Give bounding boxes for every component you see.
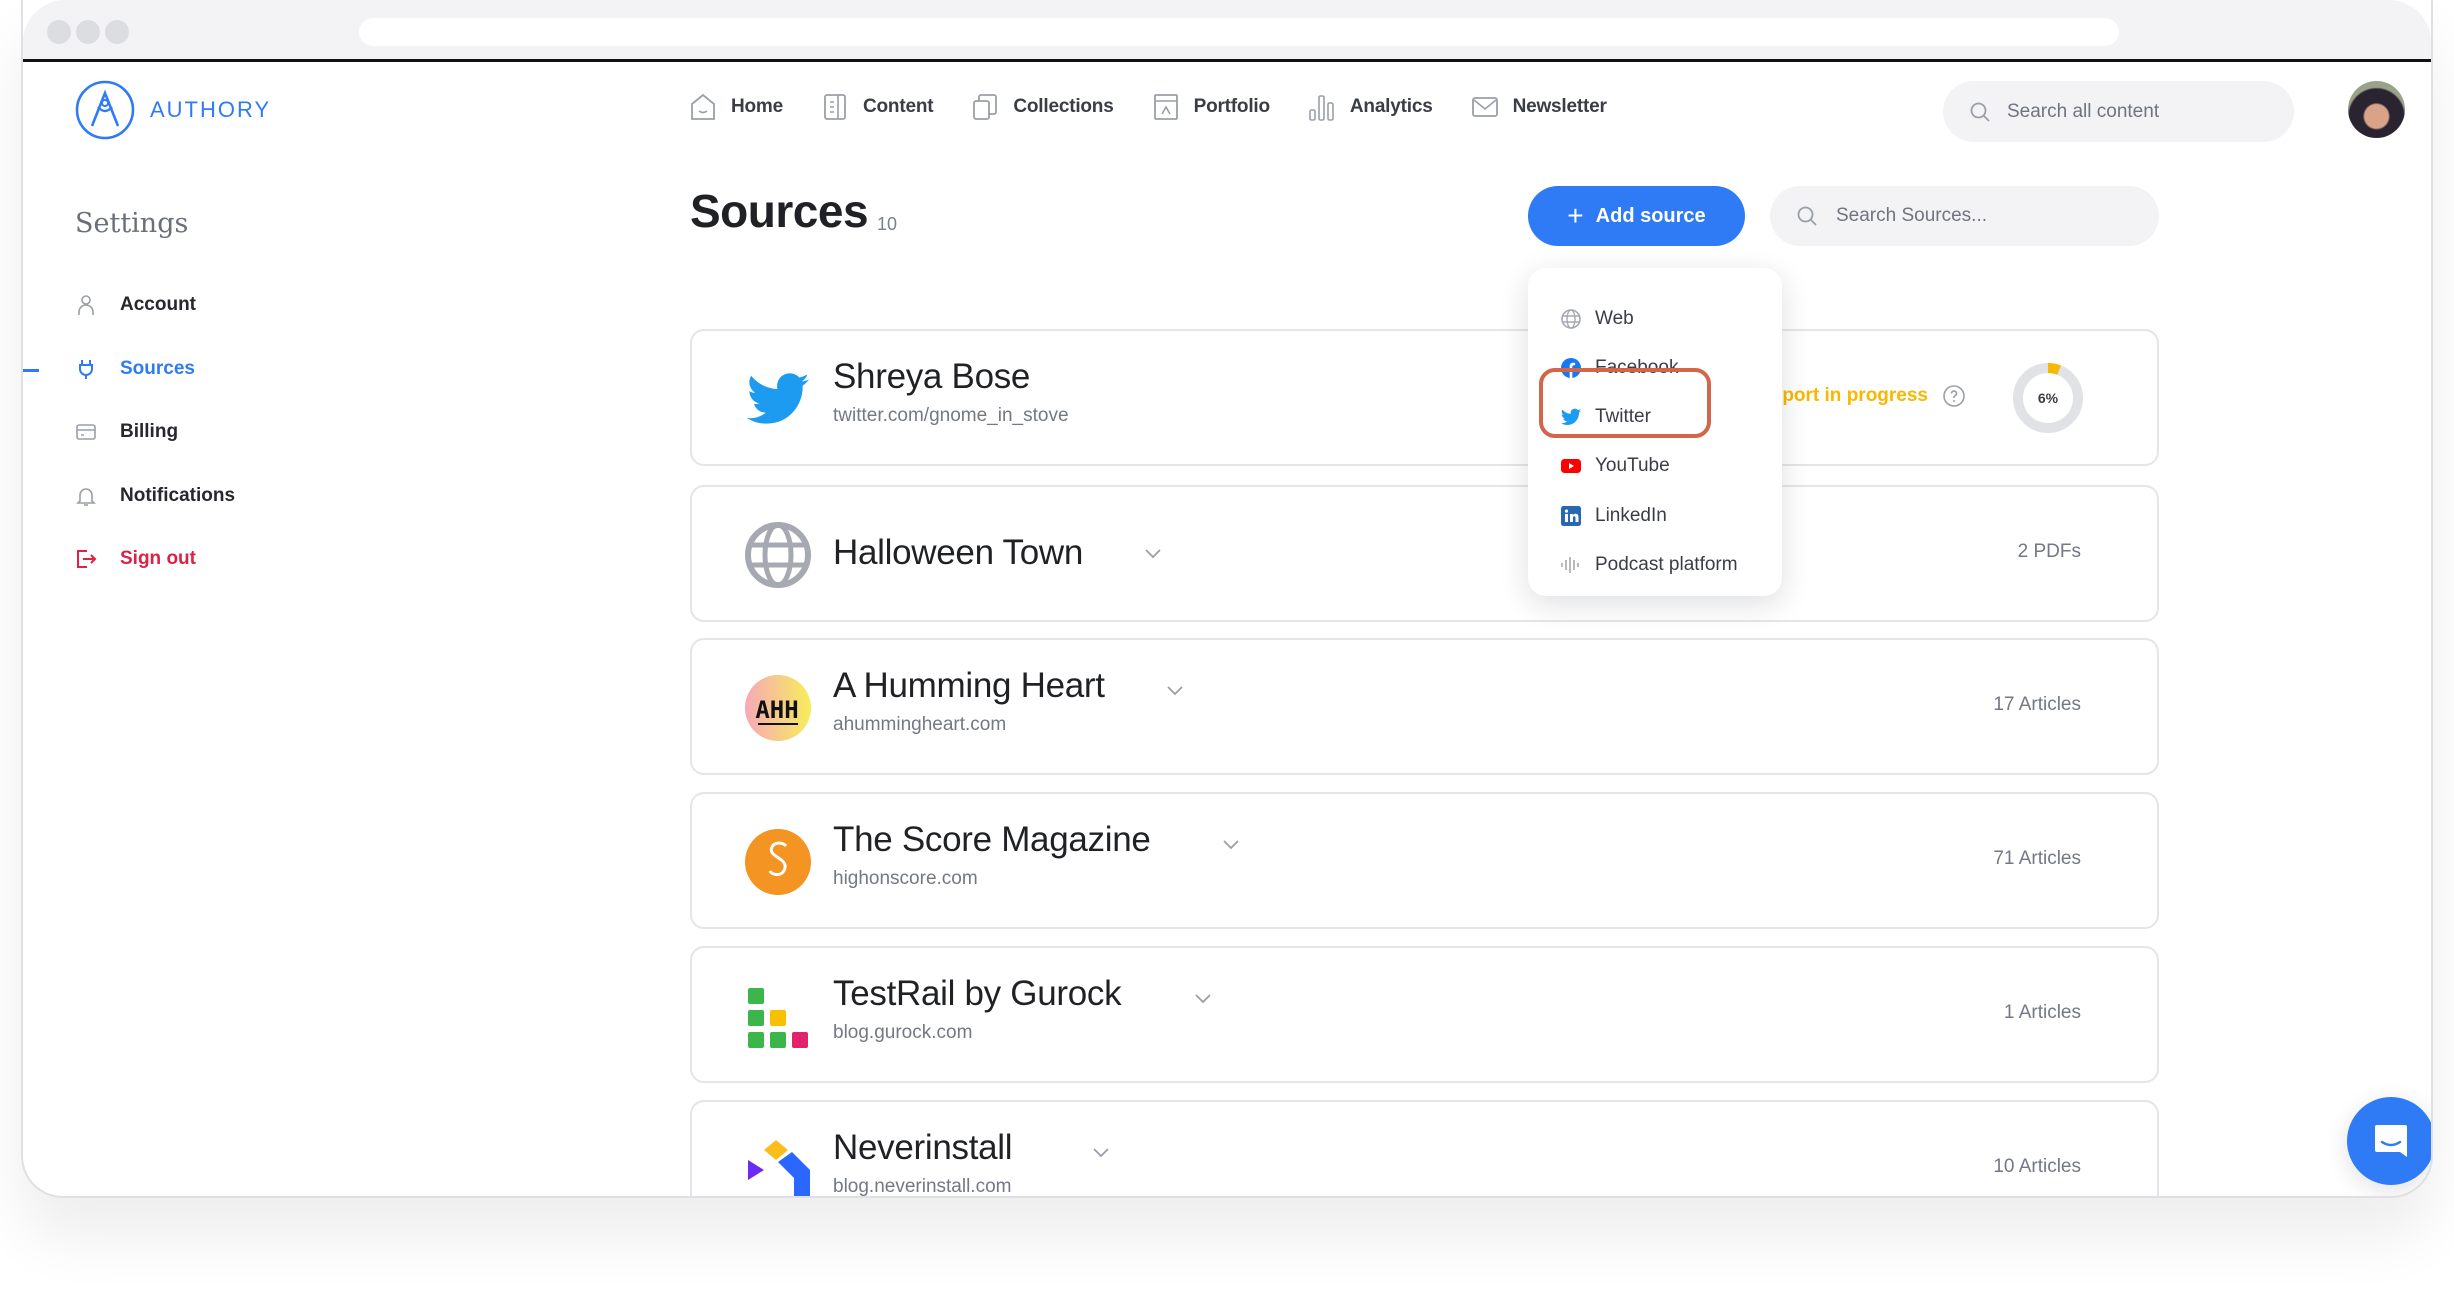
user-avatar[interactable] (2348, 81, 2405, 138)
menu-item-facebook[interactable]: Facebook (1560, 357, 1678, 379)
globe-icon (1561, 309, 1581, 329)
source-name: TestRail by Gurock (833, 974, 1122, 1013)
sidebar-item-billing[interactable]: Billing (75, 421, 178, 443)
top-nav: Home Content Collections Portfolio Analy… (689, 92, 1645, 122)
user-icon (78, 295, 94, 315)
chevron-down-icon[interactable] (1166, 684, 1184, 696)
browser-window: AUTHORY Home Content Collections Portfol… (21, 0, 2433, 1198)
podcast-icon (1561, 557, 1579, 573)
source-url: blog.gurock.com (833, 1022, 973, 1043)
bell-icon (76, 488, 96, 506)
linkedin-icon (1561, 506, 1581, 526)
source-card[interactable]: AHH A Humming Heart ahummingheart.com 17… (690, 638, 2159, 775)
home-icon (691, 93, 715, 120)
source-card[interactable]: Shreya Bose twitter.com/gnome_in_stove I… (690, 329, 2159, 466)
twitter-icon (1560, 408, 1582, 425)
help-icon[interactable] (1942, 384, 1966, 408)
source-name: Halloween Town (833, 533, 1084, 572)
twitter-icon (746, 373, 810, 424)
menu-item-youtube[interactable]: YouTube (1560, 455, 1670, 477)
nav-item-newsletter[interactable]: Newsletter (1471, 92, 1607, 122)
sources-search-input[interactable] (1836, 205, 2136, 227)
source-card[interactable]: TestRail by Gurock blog.gurock.com 1 Art… (690, 946, 2159, 1083)
globe-icon (745, 522, 811, 588)
source-name: Neverinstall (833, 1128, 1013, 1167)
window-maximize-button[interactable] (105, 20, 129, 44)
source-count: 17 Articles (1993, 694, 2081, 715)
chat-support-button[interactable] (2347, 1097, 2431, 1185)
card-icon (76, 424, 96, 440)
sidebar-item-sign-out[interactable]: Sign out (75, 548, 196, 570)
global-search[interactable] (1943, 81, 2294, 142)
menu-item-linkedin[interactable]: LinkedIn (1560, 505, 1667, 527)
source-name: Shreya Bose (833, 357, 1031, 396)
source-card[interactable]: Halloween Town 2 PDFs (690, 485, 2159, 622)
source-count: 2 PDFs (2017, 541, 2081, 562)
menu-item-web[interactable]: Web (1560, 308, 1634, 330)
source-card[interactable]: The Score Magazine highonscore.com 71 Ar… (690, 792, 2159, 929)
active-indicator (23, 369, 39, 372)
source-count: 1 Articles (2003, 1002, 2081, 1023)
source-name: The Score Magazine (833, 820, 1151, 859)
sidebar-item-notifications[interactable]: Notifications (75, 485, 235, 507)
source-count: 71 Articles (1993, 848, 2081, 869)
facebook-icon (1561, 358, 1581, 378)
youtube-icon (1561, 459, 1581, 473)
progress-label: 6% (2038, 390, 2059, 406)
newsletter-icon (1471, 97, 1498, 117)
app-name: AUTHORY (150, 97, 272, 122)
browser-titlebar (23, 0, 2431, 62)
svg-text:AHH: AHH (755, 696, 798, 724)
nav-item-analytics[interactable]: Analytics (1308, 92, 1433, 122)
authory-logo-icon (75, 80, 135, 140)
source-count: 10 Articles (1993, 1156, 2081, 1177)
window-minimize-button[interactable] (76, 20, 100, 44)
window-close-button[interactable] (47, 20, 71, 44)
nav-item-content[interactable]: Content (821, 92, 934, 122)
import-status: Import in progress (1760, 384, 1966, 408)
source-url: ahummingheart.com (833, 714, 1007, 735)
search-icon (1797, 206, 1817, 226)
chevron-down-icon[interactable] (1222, 838, 1240, 850)
content-icon (824, 94, 846, 120)
chevron-down-icon[interactable] (1144, 547, 1162, 559)
score-logo-icon (745, 829, 811, 895)
nav-item-portfolio[interactable]: Portfolio (1152, 92, 1270, 122)
authory-logo[interactable]: AUTHORY (74, 79, 271, 141)
neverinstall-logo-icon (748, 1140, 810, 1196)
analytics-icon (1309, 95, 1334, 121)
sources-count: 10 (877, 214, 898, 234)
nav-item-collections[interactable]: Collections (971, 92, 1114, 122)
sources-search[interactable] (1770, 186, 2159, 246)
chevron-down-icon[interactable] (1092, 1146, 1110, 1158)
nav-item-home[interactable]: Home (689, 92, 783, 122)
source-url: highonscore.com (833, 868, 978, 889)
source-url: blog.neverinstall.com (833, 1176, 1012, 1197)
ahh-logo-icon: AHH (745, 675, 811, 741)
source-card[interactable]: Neverinstall blog.neverinstall.com 10 Ar… (690, 1100, 2159, 1197)
source-url: twitter.com/gnome_in_stove (833, 405, 1069, 426)
global-search-input[interactable] (2007, 100, 2267, 123)
testrail-logo-icon (748, 988, 808, 1048)
sidebar-item-sources[interactable]: Sources (75, 358, 195, 380)
page-title: Sources (690, 185, 869, 237)
portfolio-icon (1153, 94, 1178, 120)
add-source-button[interactable]: + Add source (1528, 186, 1745, 246)
menu-item-twitter[interactable]: Twitter (1560, 406, 1651, 428)
plus-icon: + (1567, 200, 1584, 231)
address-bar[interactable] (359, 18, 2119, 46)
add-source-menu: Web Facebook Twitter YouTube LinkedIn Po… (1528, 268, 1782, 596)
sidebar-item-account[interactable]: Account (75, 294, 196, 316)
sign-out-icon (77, 550, 97, 568)
source-name: A Humming Heart (833, 666, 1105, 705)
plug-icon (79, 360, 93, 379)
menu-item-podcast[interactable]: Podcast platform (1560, 554, 1738, 576)
chat-icon (2375, 1125, 2407, 1157)
collections-icon (973, 94, 998, 120)
settings-heading: Settings (75, 208, 189, 239)
chevron-down-icon[interactable] (1194, 992, 1212, 1004)
import-progress-ring: 6% (2013, 363, 2083, 433)
search-icon (1970, 102, 1990, 122)
